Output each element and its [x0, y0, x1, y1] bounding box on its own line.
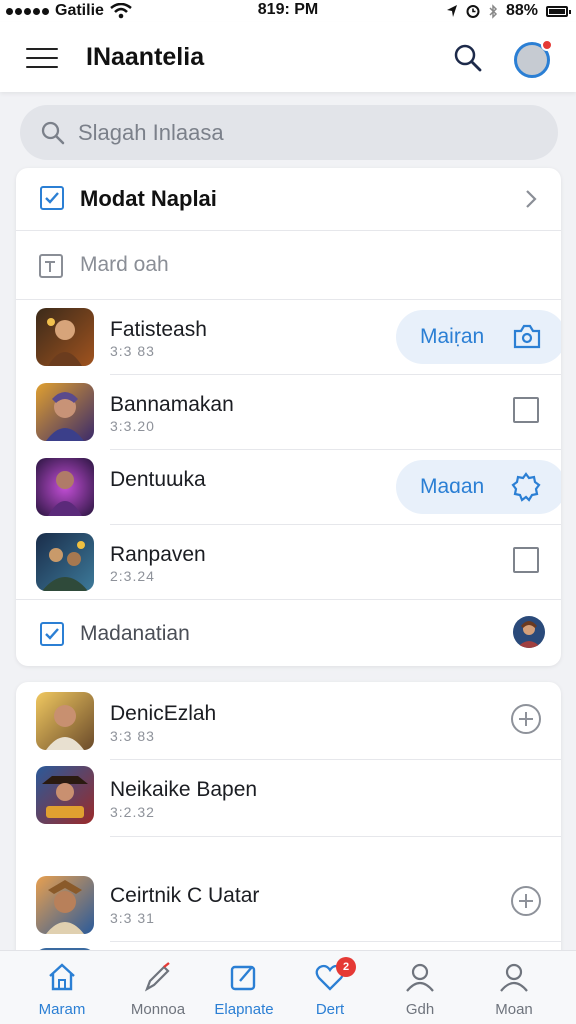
list-item[interactable]: Ranpaven 2:3.24	[16, 525, 561, 599]
section-header[interactable]: Modat Naplai	[16, 168, 561, 230]
footer-label: Madanatian	[80, 622, 190, 645]
game-list-card: Modat Naplai Mard oah Fatisteash 3:3 83 …	[16, 168, 561, 666]
check-icon	[45, 628, 59, 640]
game-thumbnail	[36, 876, 94, 934]
settings-icon	[511, 472, 541, 502]
game-name: Fatisteash	[110, 318, 207, 341]
list-item[interactable]: Fatisteash 3:3 83 Maiṛan	[16, 300, 561, 374]
game-name: Dentuɯka	[110, 468, 206, 491]
game-thumbnail	[36, 533, 94, 591]
game-meta: 2:3.24	[110, 568, 155, 584]
game-meta: 3:3 83	[110, 728, 155, 744]
game-thumbnail	[36, 766, 94, 824]
nav-compose[interactable]: Elapnate	[196, 951, 292, 1024]
app-bar: INaantelia	[0, 22, 576, 92]
list-item[interactable]: Bannamakan 3:3.20	[16, 375, 561, 449]
nav-label: Maram	[38, 1001, 86, 1018]
nav-label: Gdh	[405, 1001, 435, 1018]
game-meta: 3:2.32	[110, 804, 155, 820]
section-title: Modat Naplai	[80, 186, 217, 211]
header-checkbox[interactable]	[40, 186, 64, 210]
nav-favorites[interactable]: 2 Dert	[282, 951, 378, 1024]
bluetooth-icon	[489, 3, 498, 19]
compose-icon	[230, 965, 256, 991]
nav-label: Moan	[495, 1001, 533, 1018]
nav-home[interactable]: Maram	[14, 951, 110, 1024]
play-button[interactable]: Maiṛan	[396, 310, 561, 364]
play-button-label: Maiṛan	[420, 325, 485, 348]
notification-dot	[541, 39, 553, 51]
nav-profile[interactable]: Gdh	[372, 951, 468, 1024]
profile-avatar[interactable]	[514, 39, 553, 78]
search-button[interactable]	[452, 42, 484, 74]
game-thumbnail	[36, 308, 94, 366]
play-button-label: Maɑan	[420, 475, 485, 498]
subsection-title: Mard oah	[80, 253, 169, 276]
search-icon	[41, 121, 65, 145]
list-item[interactable]: DenicEzlah 3:3 83	[16, 682, 561, 758]
game-meta: 3:3 31	[110, 910, 155, 926]
camera-icon	[513, 324, 541, 349]
list-item[interactable]: Ceirtnik C Uatar 3:3 31	[16, 862, 561, 942]
chevron-right-icon[interactable]	[524, 188, 538, 210]
menu-icon[interactable]	[26, 48, 58, 68]
add-circle-icon[interactable]	[511, 704, 541, 734]
game-thumbnail	[36, 458, 94, 516]
divider	[110, 836, 561, 837]
select-checkbox[interactable]	[513, 397, 539, 423]
nav-edit[interactable]: Monnoa	[110, 951, 206, 1024]
nav-label: Monnoa	[130, 1001, 186, 1018]
nav-label: Dert	[315, 1001, 345, 1018]
avatar[interactable]	[513, 616, 545, 648]
game-name: Neikaike Bapen	[110, 778, 258, 801]
user-icon	[406, 963, 434, 992]
game-thumbnail	[36, 383, 94, 441]
list-item[interactable]: Dentuɯka Maɑan	[16, 450, 561, 524]
battery-icon	[546, 5, 571, 17]
status-bar: Gatilie 819: PM 88%	[0, 0, 576, 22]
location-icon	[446, 5, 457, 17]
battery-percent: 88%	[505, 2, 538, 19]
select-checkbox[interactable]	[513, 547, 539, 573]
search-input[interactable]	[78, 113, 538, 153]
game-name: Ranpaven	[110, 543, 206, 566]
alarm-icon	[466, 5, 480, 18]
game-name: Bannamakan	[110, 393, 234, 416]
tag-icon	[39, 254, 63, 278]
section-footer[interactable]: Madanatian	[16, 600, 561, 666]
list-item[interactable]: Neikaike Bapen 3:2.32	[16, 760, 561, 836]
play-button[interactable]: Maɑan	[396, 460, 561, 514]
check-icon	[45, 192, 59, 204]
game-meta: 3:3.20	[110, 418, 155, 434]
game-name: Ceirtnik C Uatar	[110, 884, 260, 907]
divider	[110, 941, 561, 942]
search-bar[interactable]	[20, 105, 558, 160]
user-icon	[500, 963, 528, 992]
search-icon	[454, 44, 482, 72]
app-title: INaantelia	[86, 43, 205, 71]
edit-pencil-icon	[144, 962, 170, 992]
home-icon	[49, 963, 75, 991]
game-meta: 3:3 83	[110, 343, 155, 359]
game-thumbnail	[36, 692, 94, 750]
game-list-card-secondary: DenicEzlah 3:3 83 Neikaike Bapen 3:2.32	[16, 682, 561, 972]
nav-label: Elapnate	[214, 1001, 274, 1018]
footer-checkbox[interactable]	[40, 622, 64, 646]
game-name: DenicEzlah	[110, 702, 217, 725]
bottom-navigation: Maram Monnoa Elapnate 2 Dert Gdh Moan	[0, 950, 576, 1024]
status-right: 88%	[446, 0, 571, 22]
subsection-header: Mard oah	[16, 231, 561, 299]
add-circle-icon[interactable]	[511, 886, 541, 916]
notification-badge: 2	[336, 957, 356, 977]
nav-more[interactable]: Moan	[466, 951, 562, 1024]
